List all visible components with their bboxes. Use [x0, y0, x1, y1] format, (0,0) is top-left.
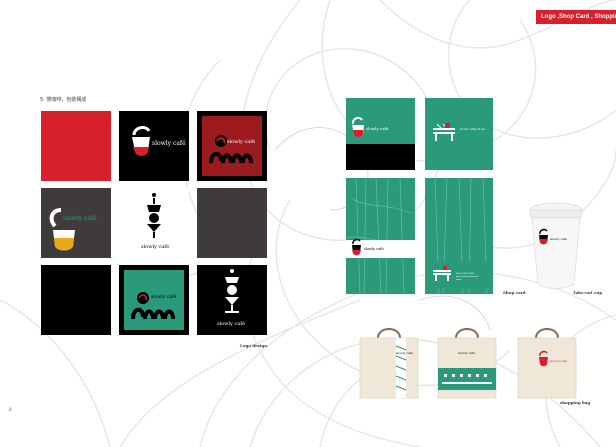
shopping-bag-caption: shopping bag: [560, 400, 591, 405]
card-back-brand: slowly coffee & tea: [460, 128, 486, 131]
shop-card-back-2: 0000-0000-0000 xxx road xxx district xxx…: [425, 178, 493, 294]
stack-logo-icon: slowly café: [217, 269, 245, 327]
header-tag: Logo ,Shop Card , Shopping Bag: [536, 10, 616, 24]
logo-tile-black: [41, 265, 111, 335]
bench-icon: [433, 123, 455, 141]
svg-text:slowly café: slowly café: [217, 320, 245, 327]
logo-tile-darkred-frame: slowly café: [197, 111, 267, 181]
logo-tile-green-frame: slowly café: [119, 265, 189, 335]
logo-brand-text: slowly café: [63, 215, 97, 222]
shop-card-front-2: slowly café: [346, 178, 415, 294]
shop-card-front-1: slowly café: [346, 98, 415, 170]
cup-logo-icon: slowly café: [49, 208, 97, 251]
logo-brand-text: slowly café: [151, 293, 177, 300]
takeout-cup-caption: Take-out cup: [573, 290, 603, 295]
svg-text:slowly café: slowly café: [396, 351, 413, 355]
stack-logo-icon: slowly café: [141, 193, 169, 250]
svg-text:slowly café: slowly café: [366, 126, 389, 131]
svg-text:slowly café: slowly café: [458, 351, 475, 355]
cup-logo-icon: slowly café: [132, 126, 186, 156]
shop-card-caption: Shop card: [503, 290, 526, 295]
logo-tile-white-stack: slowly café: [119, 188, 189, 258]
shopping-bag-1: slowly café: [359, 328, 419, 399]
logo-brand-text: slowly café: [152, 140, 186, 147]
logo-brand-text: slowly café: [141, 243, 169, 250]
page-number: 8: [9, 407, 12, 412]
svg-text:slowly café: slowly café: [550, 237, 567, 241]
shop-card-back-1: slowly coffee & tea: [425, 98, 493, 170]
cup-logo-icon: slowly café: [351, 116, 389, 137]
card-extra: xxxx: [456, 278, 461, 281]
svg-text:slowly café: slowly café: [364, 247, 384, 251]
logo-tile-red: [41, 111, 111, 181]
takeout-cup-image: slowly café: [529, 202, 583, 289]
logo-brand-text: slowly café: [227, 138, 255, 145]
logo-design-caption: Logo design: [240, 343, 268, 348]
swirl-logo-icon: slowly café: [131, 292, 177, 320]
logo-tile-black-stack: slowly café: [197, 265, 267, 335]
logo-tile-gray: [197, 188, 267, 258]
swirl-logo-icon: slowly café: [209, 135, 255, 164]
logo-tile-gray-cup: slowly café: [41, 188, 111, 258]
svg-text:slowly café: slowly café: [550, 359, 567, 363]
shopping-bag-2: slowly café: [437, 328, 497, 399]
section-title: 5. 慢咖啡，包裝構成: [40, 97, 87, 103]
shopping-bag-3: slowly café: [517, 328, 577, 399]
card-pattern: slowly café: [346, 178, 415, 294]
logo-tile-black-cup: slowly café: [119, 111, 189, 181]
